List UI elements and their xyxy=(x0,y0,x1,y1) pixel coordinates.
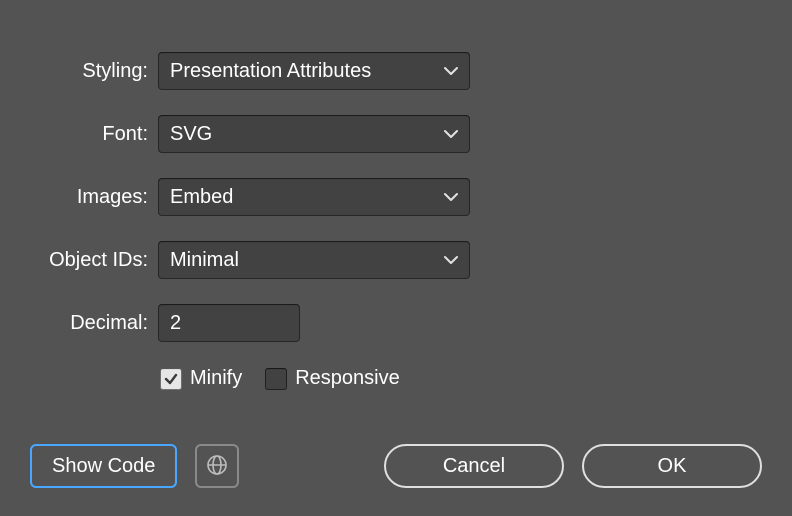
label-object-ids: Object IDs: xyxy=(0,249,158,272)
row-font: Font: SVG xyxy=(0,115,792,153)
checkbox-row: Minify Responsive xyxy=(160,367,792,390)
chevron-down-icon xyxy=(444,192,458,202)
row-decimal: Decimal: xyxy=(0,304,792,342)
select-images-value: Embed xyxy=(170,186,233,209)
select-object-ids[interactable]: Minimal xyxy=(158,241,470,279)
checkbox-responsive[interactable]: Responsive xyxy=(265,367,400,390)
checkbox-minify-label: Minify xyxy=(190,367,242,390)
label-styling: Styling: xyxy=(0,60,158,83)
cancel-button[interactable]: Cancel xyxy=(384,444,564,488)
ok-button[interactable]: OK xyxy=(582,444,762,488)
select-font[interactable]: SVG xyxy=(158,115,470,153)
row-styling: Styling: Presentation Attributes xyxy=(0,52,792,90)
select-styling[interactable]: Presentation Attributes xyxy=(158,52,470,90)
checkbox-minify-box xyxy=(160,368,182,390)
label-font: Font: xyxy=(0,123,158,146)
globe-icon xyxy=(205,453,229,480)
checkbox-responsive-box xyxy=(265,368,287,390)
select-object-ids-value: Minimal xyxy=(170,249,239,272)
checkbox-responsive-label: Responsive xyxy=(295,367,400,390)
checkbox-minify[interactable]: Minify xyxy=(160,367,242,390)
label-decimal: Decimal: xyxy=(0,312,158,335)
input-decimal[interactable] xyxy=(158,304,300,342)
chevron-down-icon xyxy=(444,66,458,76)
chevron-down-icon xyxy=(444,255,458,265)
web-preview-button[interactable] xyxy=(195,444,239,488)
row-object-ids: Object IDs: Minimal xyxy=(0,241,792,279)
chevron-down-icon xyxy=(444,129,458,139)
button-bar: Show Code Cancel OK xyxy=(0,444,792,488)
select-styling-value: Presentation Attributes xyxy=(170,60,371,83)
row-images: Images: Embed xyxy=(0,178,792,216)
show-code-button[interactable]: Show Code xyxy=(30,444,177,488)
label-images: Images: xyxy=(0,186,158,209)
select-font-value: SVG xyxy=(170,123,212,146)
select-images[interactable]: Embed xyxy=(158,178,470,216)
svg-options-form: Styling: Presentation Attributes Font: S… xyxy=(0,0,792,390)
